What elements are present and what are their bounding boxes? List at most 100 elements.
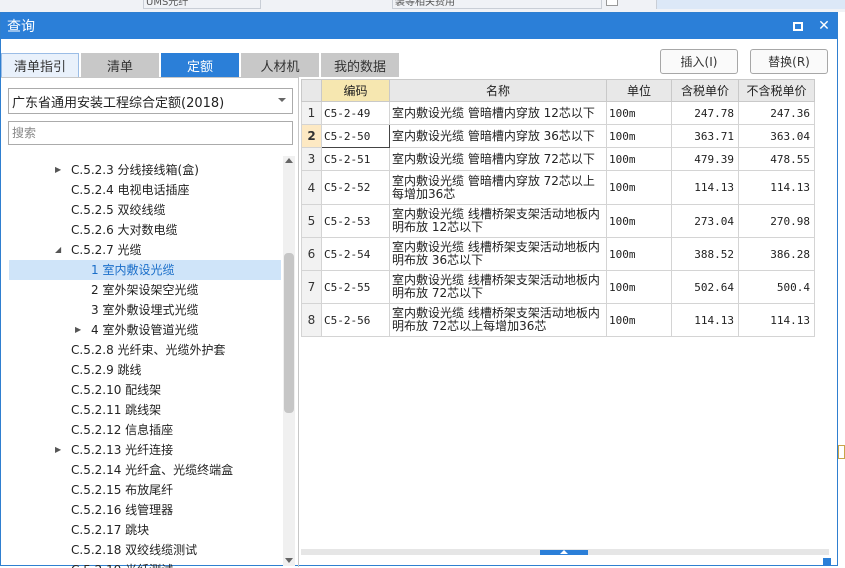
tax-price-cell[interactable]: 479.39 — [671, 147, 739, 171]
collapse-arrow-icon[interactable]: ◢ — [55, 240, 61, 260]
table-row[interactable]: 2 C5-2-50 室内敷设光缆 管暗槽内穿放 36芯以下 100m 363.71 363… — [301, 124, 815, 148]
tax-price-cell[interactable]: 388.52 — [671, 237, 739, 271]
col-header-unit[interactable]: 单位 — [606, 79, 672, 102]
tree-scrollbar[interactable] — [283, 156, 295, 566]
tree-item[interactable]: C.5.2.16 线管理器 — [9, 500, 281, 520]
tree-item[interactable]: C.5.2.17 跳块 — [9, 520, 281, 540]
unit-cell[interactable]: 100m — [606, 170, 672, 205]
tree-item[interactable]: C.5.2.14 光纤盒、光缆终端盒 — [9, 460, 281, 480]
notax-price-cell[interactable]: 478.55 — [738, 147, 815, 171]
tree-item[interactable]: ▶ C.5.2.3 分线接线箱(盒) — [9, 160, 281, 180]
search-input[interactable] — [8, 121, 293, 145]
tree-item[interactable]: C.5.2.10 配线架 — [9, 380, 281, 400]
row-number[interactable]: 2 — [301, 124, 322, 148]
table-row[interactable]: 4 C5-2-52 室内敷设光缆 管暗槽内穿放 72芯以上每增加36芯 100m 114… — [301, 170, 815, 205]
close-button[interactable]: ✕ — [811, 13, 837, 39]
tree-item[interactable]: 3 室外敷设埋式光缆 — [9, 300, 281, 320]
code-cell[interactable]: C5-2-53 — [321, 204, 390, 238]
unit-cell[interactable]: 100m — [606, 303, 672, 337]
col-header-notax-price[interactable]: 不含税单价 — [738, 79, 815, 102]
notax-price-cell[interactable]: 363.04 — [738, 124, 815, 148]
tree-item[interactable]: C.5.2.9 跳线 — [9, 360, 281, 380]
table-row[interactable]: 5 C5-2-53 室内敷设光缆 线槽桥架支架活动地板内明布放 12芯以下 100m 2… — [301, 204, 815, 238]
table-row[interactable]: 7 C5-2-55 室内敷设光缆 线槽桥架支架活动地板内明布放 72芯以下 100m 5… — [301, 270, 815, 304]
tree-item[interactable]: C.5.2.5 双绞线缆 — [9, 200, 281, 220]
tree-item[interactable]: C.5.2.11 跳线架 — [9, 400, 281, 420]
tree-item[interactable]: C.5.2.18 双绞线缆测试 — [9, 540, 281, 560]
notax-price-cell[interactable]: 500.4 — [738, 270, 815, 304]
col-header-tax-price[interactable]: 含税单价 — [671, 79, 739, 102]
code-cell[interactable]: C5-2-52 — [321, 170, 390, 205]
unit-cell[interactable]: 100m — [606, 124, 672, 148]
tree-item[interactable]: C.5.2.15 布放尾纤 — [9, 480, 281, 500]
tree-item[interactable]: ▶ C.5.2.13 光纤连接 — [9, 440, 281, 460]
replace-button[interactable]: 替换(R) — [750, 49, 828, 74]
name-cell[interactable]: 室内敷设光缆 管暗槽内穿放 36芯以下 — [389, 124, 607, 148]
row-number[interactable]: 3 — [301, 147, 322, 171]
tree-item[interactable]: C.5.2.8 光纤束、光缆外护套 — [9, 340, 281, 360]
tax-price-cell[interactable]: 114.13 — [671, 170, 739, 205]
tree-item[interactable]: C.5.2.6 大对数电缆 — [9, 220, 281, 240]
table-row[interactable]: 8 C5-2-56 室内敷设光缆 线槽桥架支架活动地板内明布放 72芯以上每增加36… — [301, 303, 815, 337]
code-cell[interactable]: C5-2-54 — [321, 237, 390, 271]
row-number[interactable]: 6 — [301, 237, 322, 271]
tree-item[interactable]: ▶ 4 室外敷设管道光缆 — [9, 320, 281, 340]
name-cell[interactable]: 室内敷设光缆 线槽桥架支架活动地板内明布放 12芯以下 — [389, 204, 607, 238]
unit-cell[interactable]: 100m — [606, 101, 672, 125]
quota-library-select[interactable]: 广东省通用安装工程综合定额(2018) — [8, 88, 293, 114]
code-cell[interactable]: C5-2-49 — [321, 101, 390, 125]
row-number[interactable]: 1 — [301, 101, 322, 125]
name-cell[interactable]: 室内敷设光缆 线槽桥架支架活动地板内明布放 72芯以下 — [389, 270, 607, 304]
name-cell[interactable]: 室内敷设光缆 管暗槽内穿放 12芯以下 — [389, 101, 607, 125]
table-row[interactable]: 1 C5-2-49 室内敷设光缆 管暗槽内穿放 12芯以下 100m 247.78 247… — [301, 101, 815, 125]
tax-price-cell[interactable]: 363.71 — [671, 124, 739, 148]
table-row[interactable]: 6 C5-2-54 室内敷设光缆 线槽桥架支架活动地板内明布放 36芯以下 100m 3… — [301, 237, 815, 271]
notax-price-cell[interactable]: 270.98 — [738, 204, 815, 238]
unit-cell[interactable]: 100m — [606, 237, 672, 271]
table-row[interactable]: 3 C5-2-51 室内敷设光缆 管暗槽内穿放 72芯以下 100m 479.39 478… — [301, 147, 815, 171]
notax-price-cell[interactable]: 247.36 — [738, 101, 815, 125]
tree-item[interactable]: C.5.2.4 电视电话插座 — [9, 180, 281, 200]
notax-price-cell[interactable]: 114.13 — [738, 303, 815, 337]
tree-item[interactable]: 2 室外架设架空光缆 — [9, 280, 281, 300]
tab-list-guide[interactable]: 清单指引 — [1, 53, 79, 77]
tax-price-cell[interactable]: 247.78 — [671, 101, 739, 125]
tax-price-cell[interactable]: 502.64 — [671, 270, 739, 304]
unit-cell[interactable]: 100m — [606, 270, 672, 304]
expand-arrow-icon[interactable]: ▶ — [55, 160, 61, 180]
scroll-down-icon[interactable] — [285, 558, 293, 563]
tree-item[interactable]: C.5.2.12 信息插座 — [9, 420, 281, 440]
code-cell[interactable]: C5-2-50 — [321, 124, 390, 148]
scroll-up-icon[interactable] — [285, 158, 293, 163]
col-header-name[interactable]: 名称 — [389, 79, 607, 102]
code-cell[interactable]: C5-2-56 — [321, 303, 390, 337]
tab-quota[interactable]: 定额 — [161, 53, 239, 77]
maximize-button[interactable] — [785, 13, 811, 39]
tax-price-cell[interactable]: 273.04 — [671, 204, 739, 238]
expand-arrow-icon[interactable]: ▶ — [75, 320, 81, 340]
name-cell[interactable]: 室内敷设光缆 管暗槽内穿放 72芯以下 — [389, 147, 607, 171]
row-number[interactable]: 7 — [301, 270, 322, 304]
code-cell[interactable]: C5-2-51 — [321, 147, 390, 171]
panel-splitter-handle[interactable] — [540, 550, 588, 555]
name-cell[interactable]: 室内敷设光缆 线槽桥架支架活动地板内明布放 36芯以下 — [389, 237, 607, 271]
name-cell[interactable]: 室内敷设光缆 管暗槽内穿放 72芯以上每增加36芯 — [389, 170, 607, 205]
col-header-code[interactable]: 编码 — [321, 79, 390, 102]
insert-button[interactable]: 插入(I) — [660, 49, 738, 74]
tab-list[interactable]: 清单 — [81, 53, 159, 77]
code-cell[interactable]: C5-2-55 — [321, 270, 390, 304]
chevron-down-icon[interactable] — [278, 98, 286, 102]
row-number[interactable]: 4 — [301, 170, 322, 205]
tree-item[interactable]: C.5.2.19 光纤测试 — [9, 560, 281, 568]
row-number[interactable]: 8 — [301, 303, 322, 337]
name-cell[interactable]: 室内敷设光缆 线槽桥架支架活动地板内明布放 72芯以上每增加36芯 — [389, 303, 607, 337]
tree-item[interactable]: ◢ C.5.2.7 光缆 — [9, 240, 281, 260]
dialog-titlebar[interactable]: 查询 ✕ — [1, 13, 837, 39]
tax-price-cell[interactable]: 114.13 — [671, 303, 739, 337]
notax-price-cell[interactable]: 114.13 — [738, 170, 815, 205]
row-number[interactable]: 5 — [301, 204, 322, 238]
tab-labor-material-machine[interactable]: 人材机 — [241, 53, 319, 77]
unit-cell[interactable]: 100m — [606, 204, 672, 238]
scroll-thumb[interactable] — [284, 253, 294, 413]
unit-cell[interactable]: 100m — [606, 147, 672, 171]
